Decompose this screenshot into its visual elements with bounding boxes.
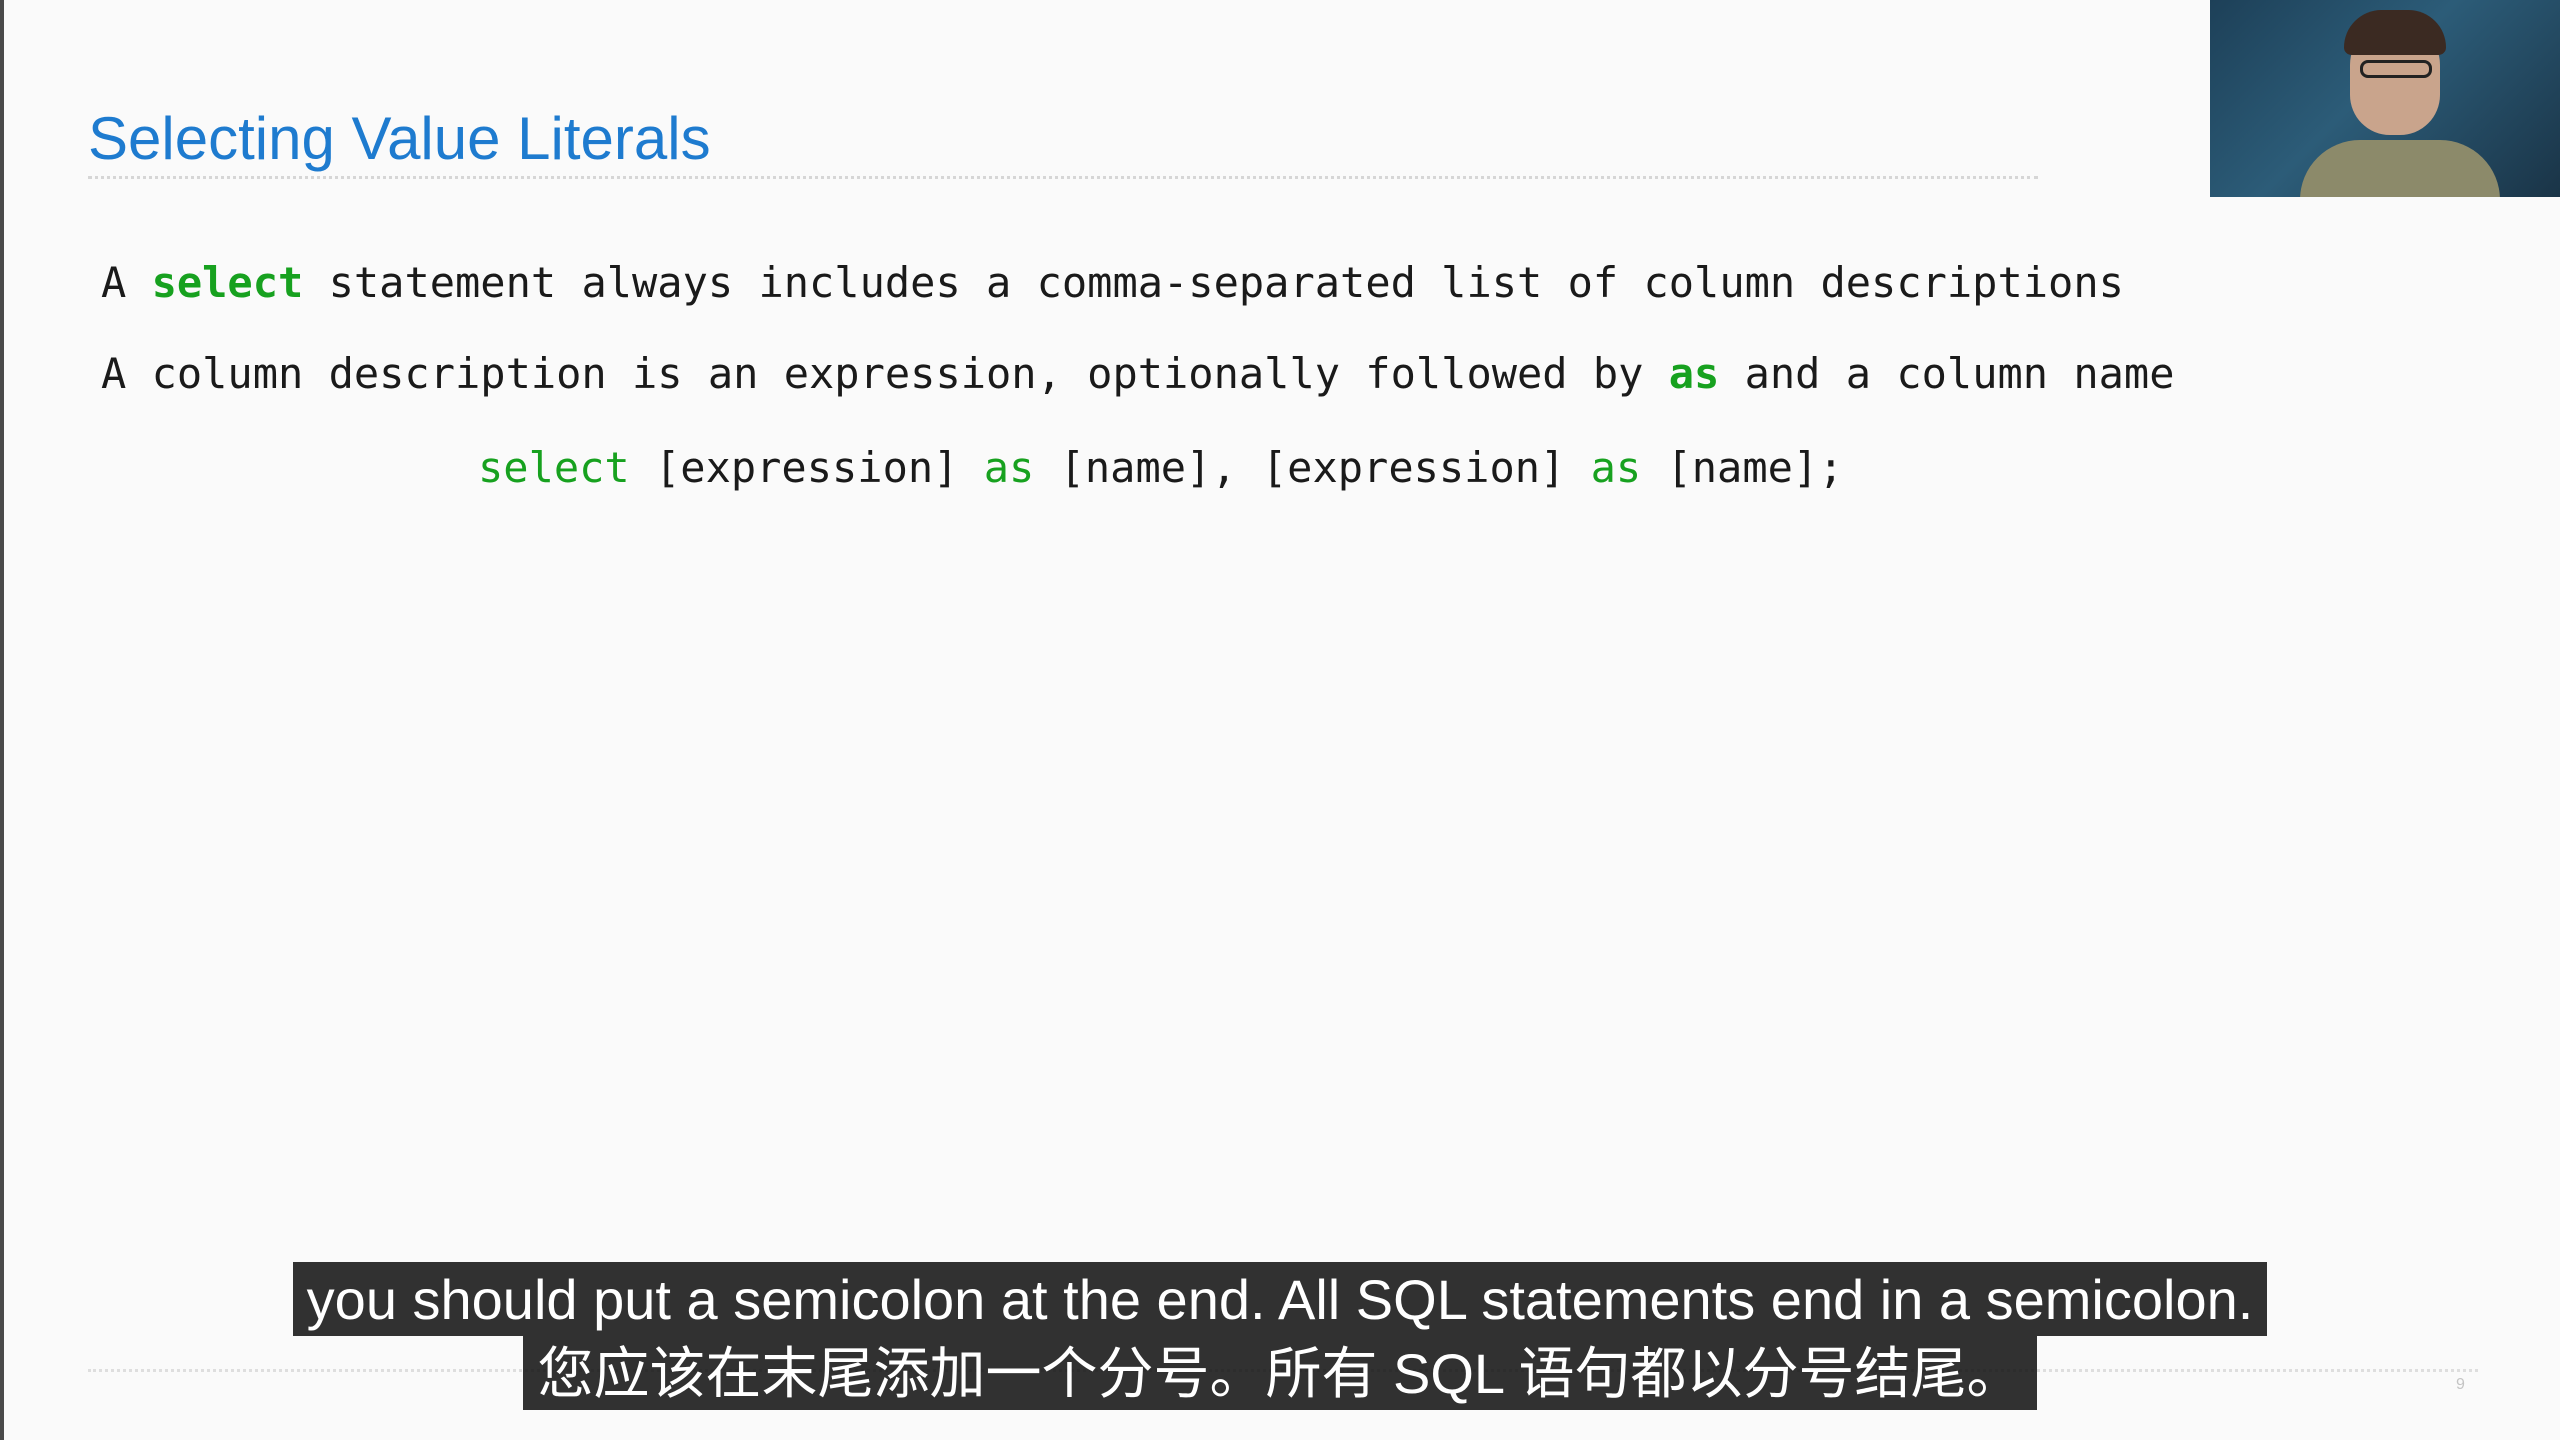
line2-prefix: A column description is an expression, o… — [101, 349, 1669, 398]
bullet-line-1: A select statement always includes a com… — [101, 258, 2124, 307]
syntax-part-1: [expression] — [629, 443, 984, 492]
syntax-keyword-as-2: as — [1590, 443, 1642, 492]
subtitle-english-line: you should put a semicolon at the end. A… — [0, 1262, 2560, 1336]
line2-suffix: and a column name — [1719, 349, 2175, 398]
line1-suffix: statement always includes a comma-separa… — [303, 258, 2124, 307]
keyword-select: select — [151, 258, 304, 307]
syntax-part-2: [name], [expression] — [1034, 443, 1591, 492]
subtitle-chinese-text: 您应该在末尾添加一个分号。所有 SQL 语句都以分号结尾。 — [523, 1336, 2037, 1410]
subtitle-english-text: you should put a semicolon at the end. A… — [292, 1262, 2268, 1336]
presenter-glasses — [2360, 60, 2432, 78]
line1-prefix: A — [101, 258, 152, 307]
slide-title: Selecting Value Literals — [88, 105, 711, 172]
subtitle-chinese-line: 您应该在末尾添加一个分号。所有 SQL 语句都以分号结尾。 — [0, 1336, 2560, 1410]
presenter-video-thumbnail — [2210, 0, 2560, 197]
window-left-edge — [0, 0, 4, 1440]
presenter-shirt — [2300, 140, 2500, 197]
bullet-line-2: A column description is an expression, o… — [101, 349, 2174, 398]
syntax-keyword-as-1: as — [983, 443, 1035, 492]
select-syntax-example: select [expression] as [name], [expressi… — [478, 443, 1843, 492]
syntax-keyword-select: select — [478, 443, 630, 492]
syntax-part-3: [name]; — [1641, 443, 1844, 492]
title-divider — [88, 176, 2038, 179]
presenter-hair — [2344, 10, 2446, 55]
keyword-as: as — [1668, 349, 1720, 398]
